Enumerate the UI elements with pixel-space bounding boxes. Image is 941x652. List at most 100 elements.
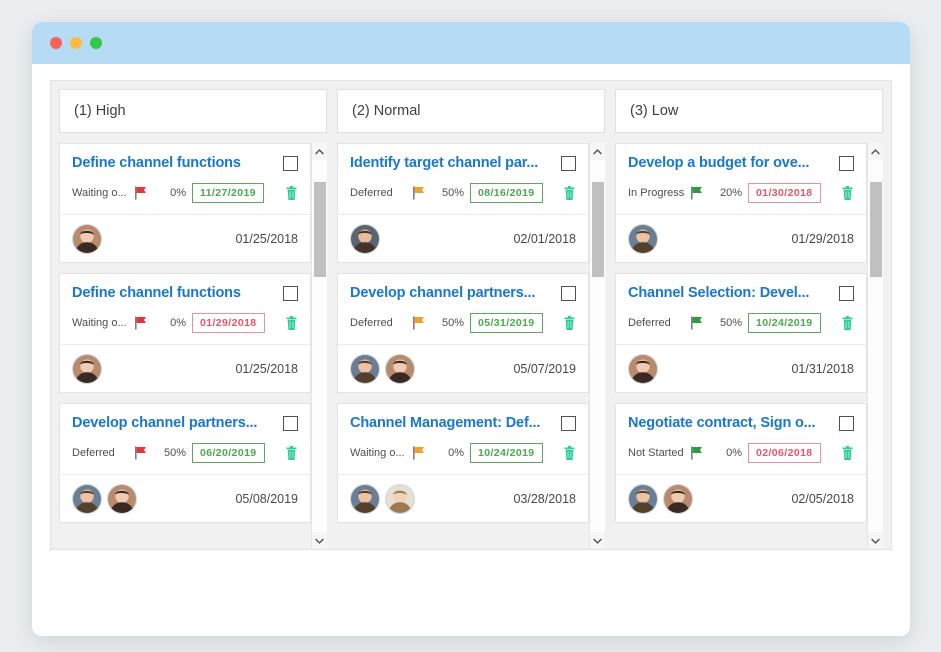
task-complete-checkbox[interactable] (561, 416, 576, 431)
task-progress: 50% (163, 447, 186, 459)
delete-icon[interactable] (277, 185, 298, 201)
scrollbar-track[interactable] (311, 160, 327, 532)
task-complete-checkbox[interactable] (283, 286, 298, 301)
task-due-date[interactable]: 01/30/2018 (748, 183, 821, 203)
task-complete-checkbox[interactable] (283, 416, 298, 431)
task-card[interactable]: Identify target channel par... Deferred 50… (337, 143, 589, 263)
card-title-row: Negotiate contract, Sign o... (628, 414, 854, 432)
card-list: Identify target channel par... Deferred 50… (337, 143, 589, 549)
delete-icon[interactable] (833, 445, 854, 461)
scroll-up-arrow-icon[interactable] (867, 143, 883, 160)
column-scrollbar[interactable] (867, 143, 883, 549)
avatar[interactable] (350, 223, 380, 254)
task-due-date[interactable]: 11/27/2019 (192, 183, 264, 203)
task-progress: 0% (170, 317, 186, 329)
delete-icon[interactable] (555, 185, 576, 201)
card-top: Develop a budget for ove... In Progress 20… (616, 144, 866, 214)
avatar[interactable] (628, 223, 658, 254)
scroll-up-arrow-icon[interactable] (589, 143, 605, 160)
task-title[interactable]: Channel Management: Def... (350, 414, 553, 432)
task-card[interactable]: Channel Selection: Devel... Deferred 50% 10… (615, 273, 867, 393)
scrollbar-track[interactable] (589, 160, 605, 532)
delete-icon[interactable] (277, 445, 298, 461)
delete-icon[interactable] (833, 315, 854, 331)
task-complete-checkbox[interactable] (561, 156, 576, 171)
task-card[interactable]: Define channel functions Waiting o... 0% 01… (59, 273, 311, 393)
avatar[interactable] (385, 353, 415, 384)
task-due-date[interactable]: 05/31/2019 (470, 313, 543, 333)
task-title[interactable]: Channel Selection: Devel... (628, 284, 831, 302)
task-card[interactable]: Develop channel partners... Deferred 50% 06… (59, 403, 311, 523)
task-due-date[interactable]: 02/06/2018 (748, 443, 821, 463)
task-card[interactable]: Develop channel partners... Deferred 50% 05… (337, 273, 589, 393)
task-title[interactable]: Identify target channel par... (350, 154, 553, 172)
task-title[interactable]: Define channel functions (72, 154, 275, 172)
task-card[interactable]: Develop a budget for ove... In Progress 20… (615, 143, 867, 263)
task-title[interactable]: Negotiate contract, Sign o... (628, 414, 831, 432)
task-complete-checkbox[interactable] (283, 156, 298, 171)
scroll-down-arrow-icon[interactable] (589, 532, 605, 549)
priority-flag-icon (134, 186, 156, 200)
avatar[interactable] (72, 353, 102, 384)
scrollbar-track[interactable] (867, 160, 883, 532)
task-complete-checkbox[interactable] (561, 286, 576, 301)
assignee-avatars (350, 223, 380, 254)
task-complete-checkbox[interactable] (839, 156, 854, 171)
card-meta-row: Not Started 0% 02/06/2018 (628, 443, 854, 463)
avatar[interactable] (628, 353, 658, 384)
task-card[interactable]: Negotiate contract, Sign o... Not Started… (615, 403, 867, 523)
card-title-row: Develop a budget for ove... (628, 154, 854, 172)
task-due-date[interactable]: 10/24/2019 (470, 443, 543, 463)
task-due-date[interactable]: 06/20/2019 (192, 443, 265, 463)
task-status: Not Started (628, 447, 684, 459)
task-complete-checkbox[interactable] (839, 416, 854, 431)
avatar[interactable] (72, 223, 102, 254)
delete-icon[interactable] (555, 315, 576, 331)
minimize-button[interactable] (70, 37, 82, 49)
task-card[interactable]: Define channel functions Waiting o... 0% 11… (59, 143, 311, 263)
delete-icon[interactable] (277, 315, 298, 331)
task-title[interactable]: Develop channel partners... (350, 284, 553, 302)
scrollbar-thumb[interactable] (869, 182, 882, 277)
task-title[interactable]: Develop channel partners... (72, 414, 275, 432)
task-complete-checkbox[interactable] (839, 286, 854, 301)
column-scrollbar[interactable] (589, 143, 605, 549)
card-title-row: Define channel functions (72, 154, 298, 172)
scroll-up-arrow-icon[interactable] (311, 143, 327, 160)
task-progress: 50% (719, 317, 742, 329)
scrollbar-thumb[interactable] (313, 182, 326, 277)
task-due-date[interactable]: 10/24/2019 (748, 313, 821, 333)
avatar[interactable] (107, 483, 137, 514)
card-meta-row: Waiting o... 0% 10/24/2019 (350, 443, 576, 463)
card-top: Define channel functions Waiting o... 0% 11… (60, 144, 310, 214)
avatar[interactable] (72, 483, 102, 514)
avatar[interactable] (350, 353, 380, 384)
maximize-button[interactable] (90, 37, 102, 49)
delete-icon[interactable] (833, 185, 854, 201)
column-scrollbar[interactable] (311, 143, 327, 549)
task-due-date[interactable]: 08/16/2019 (470, 183, 543, 203)
close-button[interactable] (50, 37, 62, 49)
column-header: (1) High (59, 89, 327, 133)
column-header-title: (1) High (74, 103, 126, 119)
avatar[interactable] (350, 483, 380, 514)
scroll-down-arrow-icon[interactable] (311, 532, 327, 549)
avatar[interactable] (628, 483, 658, 514)
window-body: (1) High Define channel functions Waiting … (32, 64, 910, 636)
delete-icon[interactable] (555, 445, 576, 461)
task-title[interactable]: Define channel functions (72, 284, 275, 302)
avatar[interactable] (385, 483, 415, 514)
kanban-board: (1) High Define channel functions Waiting … (50, 80, 892, 550)
card-title-row: Develop channel partners... (350, 284, 576, 302)
card-meta-row: Waiting o... 0% 11/27/2019 (72, 183, 298, 203)
card-list: Develop a budget for ove... In Progress 20… (615, 143, 867, 549)
task-due-date[interactable]: 01/29/2018 (192, 313, 265, 333)
task-card[interactable]: Channel Management: Def... Waiting o... 0%… (337, 403, 589, 523)
scrollbar-thumb[interactable] (591, 182, 604, 277)
scroll-down-arrow-icon[interactable] (867, 532, 883, 549)
avatar[interactable] (663, 483, 693, 514)
task-title[interactable]: Develop a budget for ove... (628, 154, 831, 172)
card-meta-row: In Progress 20% 01/30/2018 (628, 183, 854, 203)
assignee-avatars (350, 483, 415, 514)
assignee-avatars (72, 483, 137, 514)
